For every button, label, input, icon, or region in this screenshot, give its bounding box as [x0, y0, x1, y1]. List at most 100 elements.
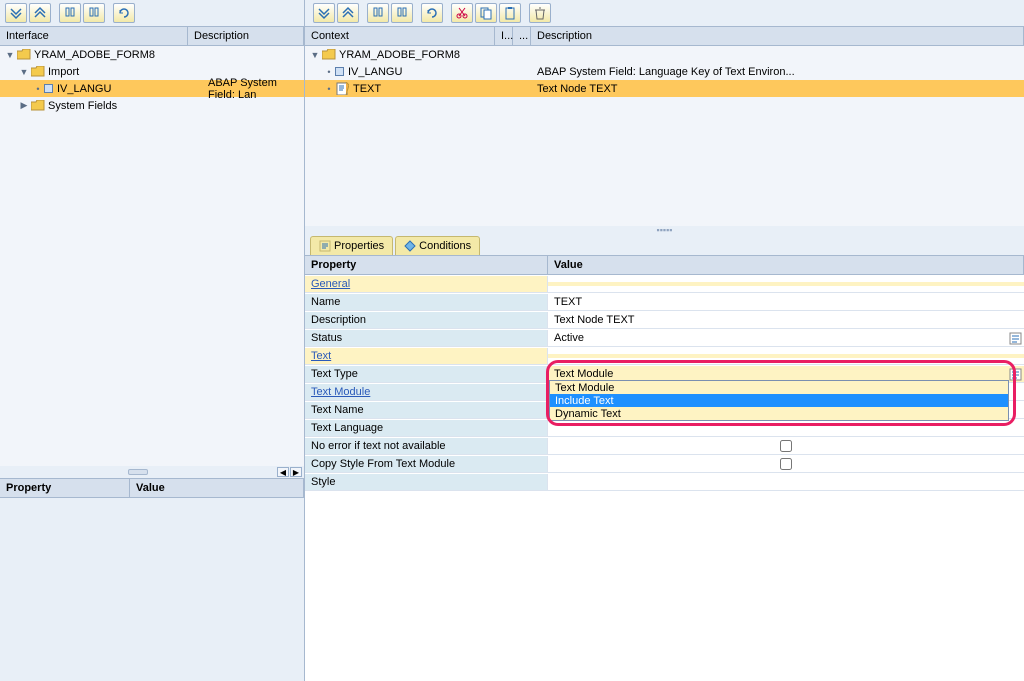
copy-button[interactable] — [475, 3, 497, 23]
header-property: Property — [0, 479, 130, 497]
property-input[interactable] — [554, 476, 1018, 488]
property-row: Text Language — [305, 419, 1024, 437]
property-label: Text Language — [305, 420, 548, 436]
refresh-button[interactable] — [113, 3, 135, 23]
property-input[interactable] — [554, 314, 1018, 326]
tree-node-label: System Fields — [48, 100, 117, 112]
property-row: Name — [305, 293, 1024, 311]
refresh-button[interactable] — [421, 3, 443, 23]
value-help-icon[interactable] — [1009, 368, 1022, 381]
folder-icon — [30, 99, 45, 112]
tree-node-label: IV_LANGU — [57, 83, 111, 95]
property-label: Style — [305, 474, 548, 490]
bullet-icon: • — [323, 84, 335, 94]
chevron-down-icon[interactable]: ▼ — [309, 50, 321, 60]
ctx-node-iv-langu[interactable]: • IV_LANGU ABAP System Field: Language K… — [305, 63, 1024, 80]
property-input[interactable] — [554, 422, 1018, 434]
collapse-all-button[interactable] — [337, 3, 359, 23]
chevron-down-icon[interactable]: ▼ — [18, 67, 30, 77]
property-section: General — [305, 276, 548, 292]
tree-node-label: Import — [48, 66, 79, 78]
header-s: ... — [513, 27, 531, 45]
property-row: Copy Style From Text Module — [305, 455, 1024, 473]
property-row: Status — [305, 329, 1024, 347]
cut-button[interactable] — [451, 3, 473, 23]
ctx-node-text[interactable]: • TEXT Text Node TEXT — [305, 80, 1024, 97]
find-button[interactable] — [367, 3, 389, 23]
context-toolbar — [305, 0, 1024, 26]
ctx-root[interactable]: ▼ YRAM_ADOBE_FORM8 — [305, 46, 1024, 63]
field-icon — [44, 84, 53, 93]
property-label: Text Module — [305, 384, 548, 400]
property-value — [548, 474, 1024, 490]
find-button[interactable] — [59, 3, 81, 23]
context-tree[interactable]: ▼ YRAM_ADOBE_FORM8 • IV_LANGU ABAP Syste… — [305, 46, 1024, 226]
text-node-icon — [335, 82, 350, 95]
ctx-node-label: YRAM_ADOBE_FORM8 — [339, 49, 460, 61]
scroll-right-icon[interactable]: ▶ — [290, 467, 302, 477]
property-row: No error if text not available — [305, 437, 1024, 455]
ctx-node-desc: ABAP System Field: Language Key of Text … — [533, 66, 1024, 78]
context-tree-header: Context I... ... Description — [305, 26, 1024, 46]
tab-conditions[interactable]: Conditions — [395, 236, 480, 255]
chevron-right-icon[interactable]: ▶ — [18, 100, 30, 111]
left-panel: Interface Description ▼ YRAM_ADOBE_FORM8… — [0, 0, 305, 681]
property-row: Description — [305, 311, 1024, 329]
right-panel: Context I... ... Description ▼ YRAM_ADOB… — [305, 0, 1024, 681]
property-checkbox[interactable] — [780, 458, 792, 470]
find-next-button[interactable] — [391, 3, 413, 23]
scroll-left-icon[interactable]: ◀ — [277, 467, 289, 477]
property-value — [548, 456, 1024, 472]
left-bottom-panel: Property Value — [0, 478, 304, 648]
property-input[interactable] — [554, 296, 1018, 308]
dropdown-option[interactable]: Dynamic Text — [550, 407, 1008, 420]
ctx-node-label: TEXT — [353, 83, 381, 95]
header-value: Value — [548, 256, 1024, 274]
header-value: Value — [130, 479, 304, 497]
tab-label: Conditions — [419, 240, 471, 252]
property-section: Text — [305, 348, 548, 364]
value-help-icon[interactable] — [1009, 332, 1022, 345]
tree-root[interactable]: ▼ YRAM_ADOBE_FORM8 — [0, 46, 304, 63]
chevron-down-icon[interactable]: ▼ — [4, 50, 16, 60]
dropdown-option[interactable]: Include Text — [550, 394, 1008, 407]
property-label: Text Type — [305, 366, 548, 382]
interface-tree[interactable]: ▼ YRAM_ADOBE_FORM8 ▼ Import • IV_LANGU A… — [0, 46, 304, 466]
header-context: Context — [305, 27, 495, 45]
expand-all-button[interactable] — [5, 3, 27, 23]
header-description: Description — [188, 27, 304, 45]
scroll-bar[interactable]: ◀ ▶ — [0, 466, 304, 478]
dropdown-option[interactable]: Text Module — [550, 381, 1008, 394]
bullet-icon: • — [323, 67, 335, 77]
folder-icon — [30, 65, 45, 78]
tab-properties[interactable]: Properties — [310, 236, 393, 255]
expand-all-button[interactable] — [313, 3, 335, 23]
tree-node-iv-langu[interactable]: • IV_LANGU ABAP System Field: Lan — [0, 80, 304, 97]
property-value — [548, 438, 1024, 454]
horizontal-splitter[interactable]: ▪▪▪▪▪ — [305, 226, 1024, 234]
paste-button[interactable] — [499, 3, 521, 23]
property-value — [548, 420, 1024, 436]
collapse-all-button[interactable] — [29, 3, 51, 23]
property-label: Name — [305, 294, 548, 310]
tree-node-desc: ABAP System Field: Lan — [190, 77, 304, 101]
property-input[interactable] — [554, 332, 1018, 344]
property-value — [548, 294, 1024, 310]
property-checkbox[interactable] — [780, 440, 792, 452]
find-next-button[interactable] — [83, 3, 105, 23]
text-type-dropdown[interactable]: Text Module Include Text Dynamic Text — [549, 380, 1009, 421]
ctx-node-label: IV_LANGU — [348, 66, 402, 78]
property-row: Text — [305, 347, 1024, 365]
property-link[interactable]: Text Module — [311, 386, 370, 398]
interface-tree-header: Interface Description — [0, 26, 304, 46]
section-link[interactable]: Text — [311, 350, 331, 362]
property-value — [548, 312, 1024, 328]
property-label: No error if text not available — [305, 438, 548, 454]
header-description: Description — [531, 27, 1024, 45]
property-label: Copy Style From Text Module — [305, 456, 548, 472]
properties-table: Property Value General NameDescriptionSta… — [305, 256, 1024, 681]
section-link[interactable]: General — [311, 278, 350, 290]
ctx-node-desc: Text Node TEXT — [533, 83, 1024, 95]
header-property: Property — [305, 256, 548, 274]
delete-button[interactable] — [529, 3, 551, 23]
